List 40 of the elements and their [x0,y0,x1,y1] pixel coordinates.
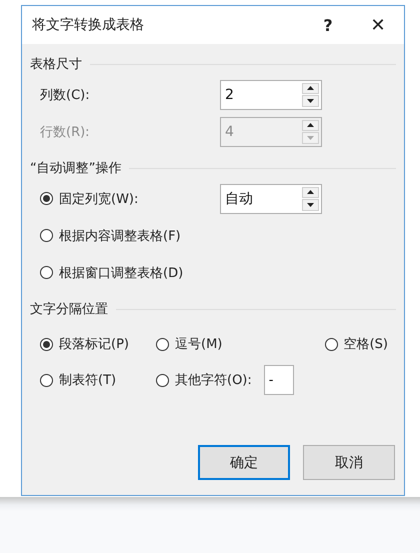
cancel-button[interactable]: 取消 [303,445,395,480]
spin-up-button[interactable] [302,82,319,94]
section-title: 文字分隔位置 [30,301,108,318]
radio-button[interactable] [40,266,53,279]
up-triangle-icon [307,190,314,194]
spin-up-button[interactable] [302,186,319,198]
field-label: 行数(R): [40,124,91,140]
radio-button[interactable] [40,338,53,350]
option-label: 根据内容调整表格(F) [59,228,181,244]
ok-button[interactable]: 确定 [198,445,290,480]
spin-down-button[interactable] [302,95,319,106]
number-spinner[interactable]: 2 [220,80,322,110]
radio-button[interactable] [40,374,53,386]
window-title: 将文字转换成表格 [32,16,145,34]
spin-up-button[interactable] [302,120,319,131]
option-label: 空格(S) [344,336,388,353]
help-button[interactable]: ? [308,10,348,40]
width-spinner[interactable]: 自动 [220,184,322,214]
section-title: 表格尺寸 [30,56,82,73]
option-label: 其他字符(O): [175,372,252,389]
option-label: 固定列宽(W): [59,190,138,208]
option-label: 制表符(T) [59,372,116,389]
up-triangle-icon [307,123,314,128]
radio-button[interactable] [40,192,53,205]
section-title: “自动调整”操作 [30,160,122,177]
close-button[interactable]: ✕ [358,10,398,40]
option-label: 逗号(M) [175,336,222,353]
option-label: 根据窗口调整表格(D) [59,264,184,282]
spin-down-button[interactable] [302,199,319,210]
radio-button[interactable] [156,338,169,350]
radio-button[interactable] [40,229,53,242]
radio-button[interactable] [324,338,338,350]
radio-button[interactable] [156,374,169,386]
down-triangle-icon [307,202,314,207]
option-label: 段落标记(P) [59,336,129,353]
field-label: 列数(C): [40,86,91,104]
down-triangle-icon [307,98,314,103]
down-triangle-icon [307,136,314,140]
character-field[interactable]: - [264,365,294,395]
up-triangle-icon [307,86,314,90]
